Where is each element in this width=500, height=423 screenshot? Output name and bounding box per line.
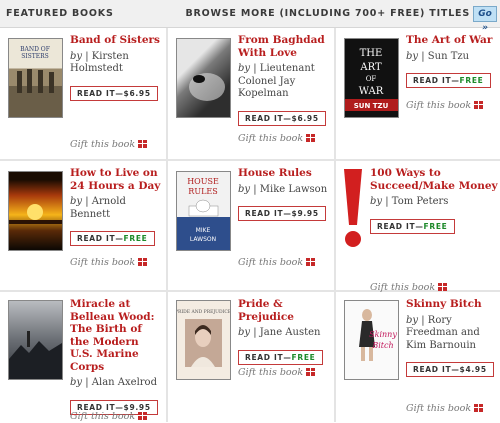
book-card: From Baghdad With Love by | Lieutenant C… [168, 28, 334, 159]
gift-icon [474, 404, 484, 412]
book-author: by | Sun Tzu [406, 50, 470, 62]
read-it-button[interactable]: READ IT—FREE [370, 218, 455, 234]
gift-icon [138, 412, 148, 420]
book-author: by | Arnold Bennett [70, 196, 126, 220]
gift-icon [306, 134, 316, 142]
read-it-button[interactable]: READ IT—$6.95 [238, 110, 326, 126]
svg-text:MIKE: MIKE [196, 227, 211, 234]
book-title-link[interactable]: How to Live on 24 Hours a Day [70, 167, 164, 192]
featured-books-header: FEATURED BOOKS BROWSE MORE (INCLUDING 70… [0, 0, 500, 33]
capitol-cover-icon[interactable]: HOUSE RULES MIKE LAWSON [176, 171, 231, 251]
svg-text:RULES: RULES [188, 187, 217, 196]
sunset-cover-icon[interactable] [8, 171, 63, 251]
book-author: by | Rory Freedman and Kim Barnouin [406, 314, 480, 351]
svg-text:WAR: WAR [359, 86, 384, 97]
book-author: by | Tom Peters [370, 196, 449, 207]
svg-text:BAND OF: BAND OF [20, 46, 50, 53]
read-it-button[interactable]: READ IT—FREE [238, 349, 323, 365]
svg-text:OF: OF [366, 75, 377, 83]
gift-link[interactable]: Gift this book [238, 257, 316, 268]
gift-link[interactable]: Gift this book [406, 403, 484, 414]
svg-text:Skinny: Skinny [369, 330, 397, 339]
read-it-button[interactable]: READ IT—FREE [406, 73, 491, 88]
svg-text:Bitch: Bitch [371, 341, 393, 350]
svg-text:SUN TZU: SUN TZU [354, 102, 389, 110]
browse-more-link[interactable]: BROWSE MORE (INCLUDING 700+ FREE) TITLES [185, 8, 470, 19]
gift-link[interactable]: Gift this book [238, 133, 316, 144]
battle-cover-icon[interactable] [8, 300, 63, 380]
svg-text:LAWSON: LAWSON [190, 236, 216, 243]
exclamation-cover-icon[interactable] [340, 167, 366, 249]
gift-link[interactable]: Gift this book [70, 257, 148, 268]
book-grid: BAND OF SISTERS Band of Sisters by | Kir… [0, 28, 500, 422]
book-title-link[interactable]: 100 Ways to Succeed/Make Money [370, 167, 500, 192]
book-card: How to Live on 24 Hours a Day by | Arnol… [0, 161, 166, 292]
svg-text:ART: ART [359, 62, 382, 73]
book-card: PRIDE AND PREJUDICE Pride & Prejudice by… [168, 292, 334, 423]
book-title-link[interactable]: The Art of War [406, 34, 500, 47]
book-card: Skinny Bitch Skinny Bitch by | Rory Free… [336, 292, 500, 423]
read-it-button[interactable]: READ IT—$6.95 [70, 85, 158, 101]
svg-text:PRIDE AND PREJUDICE: PRIDE AND PREJUDICE [177, 309, 230, 315]
book-title-link[interactable]: Miracle at Belleau Wood: The Birth of th… [70, 298, 164, 373]
book-title-link[interactable]: House Rules [238, 167, 332, 180]
svg-text:SISTERS: SISTERS [21, 53, 49, 60]
featured-books-label: FEATURED BOOKS [6, 8, 114, 19]
read-it-button[interactable]: READ IT—$9.95 [238, 206, 326, 221]
read-it-button[interactable]: READ IT—FREE [70, 231, 155, 246]
book-title-link[interactable]: Pride & Prejudice [238, 298, 332, 323]
dog-photo-cover-icon[interactable] [176, 38, 231, 118]
book-author: by | Alan Axelrod [70, 377, 157, 388]
gift-icon [438, 283, 448, 291]
svg-text:THE: THE [360, 48, 383, 59]
book-card: 100 Ways to Succeed/Make Money by | Tom … [336, 161, 500, 292]
gift-icon [138, 140, 148, 148]
book-title-link[interactable]: Skinny Bitch [406, 298, 500, 311]
book-author: by | Lieutenant Colonel Jay Kopelman [238, 63, 315, 99]
book-title-link[interactable]: From Baghdad With Love [238, 34, 332, 59]
woman-cover-icon[interactable]: Skinny Bitch [344, 300, 399, 380]
go-button[interactable]: Go » [473, 6, 497, 33]
book-author: by | Kirsten Holmstedt [70, 50, 129, 75]
book-author: by | Jane Austen [238, 327, 321, 338]
gift-icon [138, 258, 148, 266]
gift-link[interactable]: Gift this book [70, 139, 148, 150]
black-red-cover-icon[interactable]: THE ART OF WAR SUN TZU [344, 38, 399, 118]
book-title-link[interactable]: Band of Sisters [70, 34, 164, 47]
gift-link[interactable]: Gift this book [406, 100, 484, 111]
portrait-cover-icon[interactable]: PRIDE AND PREJUDICE [176, 300, 231, 380]
book-card: THE ART OF WAR SUN TZU The Art of War by… [336, 28, 500, 159]
gift-icon [306, 258, 316, 266]
book-author: by | Mike Lawson [238, 183, 328, 195]
gift-icon [474, 101, 484, 109]
book-card: Miracle at Belleau Wood: The Birth of th… [0, 292, 166, 423]
read-it-button[interactable]: READ IT—$4.95 [406, 362, 494, 377]
gift-link[interactable]: Gift this book [70, 411, 148, 422]
gift-link[interactable]: Gift this book [238, 367, 316, 378]
gift-icon [306, 368, 316, 376]
svg-text:HOUSE: HOUSE [187, 177, 219, 186]
book-card: HOUSE RULES MIKE LAWSON House Rules by |… [168, 161, 334, 292]
soldiers-cover-icon[interactable]: BAND OF SISTERS [8, 38, 63, 118]
book-card: BAND OF SISTERS Band of Sisters by | Kir… [0, 28, 166, 159]
gift-link[interactable]: Gift this book [370, 282, 448, 292]
